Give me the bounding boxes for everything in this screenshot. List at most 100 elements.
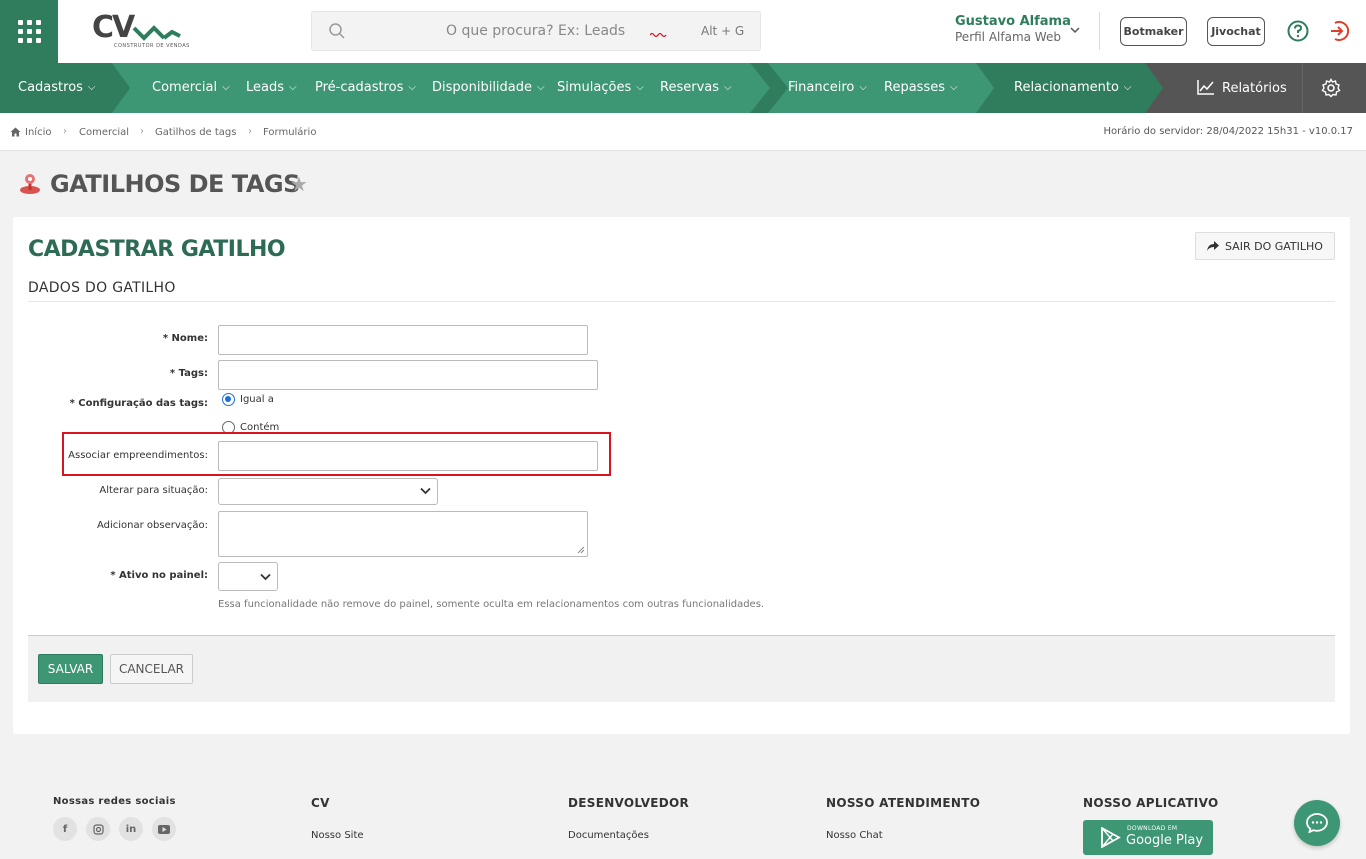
breadcrumb-inicio[interactable]: Início xyxy=(25,127,51,138)
resize-handle-icon[interactable] xyxy=(577,546,585,554)
chevron-down-icon: ⌵ xyxy=(408,82,416,93)
chat-icon xyxy=(1306,813,1328,833)
enterprises-label: Associar empreendimentos: xyxy=(68,450,208,461)
chevron-right-icon: › xyxy=(140,126,144,137)
top-bar: CV CONSTRUTOR DE VENDAS O que procura? E… xyxy=(0,0,1366,63)
change-status-label: Alterar para situação: xyxy=(99,485,208,496)
nav-relacionamento[interactable]: Relacionamento ⌵ xyxy=(1014,80,1132,95)
nav-reservas[interactable]: Reservas ⌵ xyxy=(660,80,732,95)
user-profile: Perfil Alfama Web xyxy=(955,30,1061,44)
nav-leads[interactable]: Leads ⌵ xyxy=(246,80,297,95)
divider xyxy=(1099,12,1100,50)
joystick-icon xyxy=(20,174,40,194)
nav-cadastros[interactable]: Cadastros ⌵ xyxy=(18,80,96,95)
footer-cv-title: CV xyxy=(311,796,330,810)
search-placeholder[interactable]: O que procura? Ex: Leads xyxy=(446,23,625,39)
footer-dev-title: DESENVOLVEDOR xyxy=(568,796,690,810)
name-label: * Nome: xyxy=(162,333,208,344)
radio-checked-icon[interactable] xyxy=(222,393,235,406)
nav-simulacoes[interactable]: Simulações ⌵ xyxy=(557,80,644,95)
change-status-select[interactable] xyxy=(218,478,438,505)
user-name: Gustavo Alfama xyxy=(955,14,1071,29)
breadcrumb: Início › Comercial › Gatilhos de tags › … xyxy=(0,113,1366,151)
footer-app-title: NOSSO APLICATIVO xyxy=(1083,796,1219,810)
section-title: DADOS DO GATILHO xyxy=(28,280,176,296)
cancel-button[interactable]: CANCELAR xyxy=(110,654,193,684)
chat-bubble-button[interactable] xyxy=(1294,800,1340,846)
spellcheck-squiggle-icon xyxy=(650,32,667,38)
observation-textarea[interactable] xyxy=(218,511,588,557)
active-select[interactable] xyxy=(218,562,278,591)
tags-config-label: * Configuração das tags: xyxy=(69,398,208,409)
observation-label: Adicionar observação: xyxy=(96,520,208,531)
form-actions: SALVAR CANCELAR xyxy=(28,635,1335,702)
footer-site-link[interactable]: Nosso Site xyxy=(311,830,364,841)
gear-icon[interactable] xyxy=(1321,78,1341,98)
divider xyxy=(1302,63,1303,113)
linkedin-icon[interactable]: in xyxy=(119,817,143,841)
tags-label: * Tags: xyxy=(169,368,208,379)
radio-equal[interactable]: Igual a xyxy=(222,393,274,406)
instagram-icon[interactable] xyxy=(86,817,110,841)
name-field[interactable] xyxy=(218,325,588,355)
nav-disponibilidade[interactable]: Disponibilidade ⌵ xyxy=(432,80,545,95)
share-arrow-icon xyxy=(1207,241,1219,251)
breadcrumb-comercial[interactable]: Comercial xyxy=(79,127,129,138)
help-icon[interactable] xyxy=(1287,20,1309,42)
main-nav: Cadastros ⌵ Comercial ⌵ Leads ⌵ Pré-cadastr… xyxy=(0,63,1366,113)
chevron-down-icon: ⌵ xyxy=(289,82,297,93)
server-time: Horário do servidor: 28/04/2022 15h31 - … xyxy=(1103,126,1353,137)
search-icon xyxy=(329,23,345,39)
save-button[interactable]: SALVAR xyxy=(38,654,103,684)
logout-icon[interactable] xyxy=(1328,20,1350,42)
chevron-right-icon: › xyxy=(63,126,67,137)
jivochat-button[interactable]: Jivochat xyxy=(1207,17,1265,46)
nav-financeiro[interactable]: Financeiro ⌵ xyxy=(788,80,867,95)
global-search[interactable]: O que procura? Ex: Leads Alt + G xyxy=(311,11,761,51)
chevron-down-icon: ⌵ xyxy=(87,82,96,93)
google-play-button[interactable]: DOWNLOAD EM Google Play xyxy=(1083,820,1213,855)
chevron-down-icon: ⌵ xyxy=(949,82,958,93)
breadcrumb-formulario: Formulário xyxy=(263,127,317,138)
chevron-right-icon: › xyxy=(248,126,252,137)
form-title: CADASTRAR GATILHO xyxy=(28,237,286,262)
footer-chat-link[interactable]: Nosso Chat xyxy=(826,830,883,841)
chart-line-icon xyxy=(1197,80,1214,95)
footer-docs-link[interactable]: Documentações xyxy=(568,830,649,841)
divider xyxy=(28,301,1335,302)
footer-social-title: Nossas redes sociais xyxy=(53,796,176,807)
apps-menu-button[interactable] xyxy=(0,0,58,63)
chevron-down-icon xyxy=(420,487,431,495)
youtube-icon[interactable] xyxy=(152,817,176,841)
user-menu[interactable]: Gustavo Alfama Perfil Alfama Web xyxy=(955,14,1071,44)
enterprises-field[interactable] xyxy=(218,441,598,471)
chevron-down-icon[interactable] xyxy=(1069,25,1081,35)
chevron-down-icon xyxy=(260,573,271,581)
nav-comercial[interactable]: Comercial ⌵ xyxy=(152,80,230,95)
exit-trigger-button[interactable]: SAIR DO GATILHO xyxy=(1195,232,1335,260)
chevron-down-icon: ⌵ xyxy=(1123,82,1132,93)
facebook-icon[interactable]: f xyxy=(53,817,77,841)
chevron-down-icon: ⌵ xyxy=(724,82,732,93)
nav-relatorios[interactable]: Relatórios xyxy=(1197,79,1287,96)
active-hint: Essa funcionalidade não remove do painel… xyxy=(218,599,765,610)
home-icon xyxy=(10,127,21,137)
page-title: GATILHOS DE TAGS xyxy=(50,170,300,198)
active-label: * Ativo no painel: xyxy=(110,570,208,581)
chevron-down-icon: ⌵ xyxy=(537,82,545,93)
breadcrumb-gatilhos[interactable]: Gatilhos de tags xyxy=(155,127,236,138)
botmaker-button[interactable]: Botmaker xyxy=(1120,17,1187,46)
chevron-down-icon: ⌵ xyxy=(222,82,230,93)
nav-repasses[interactable]: Repasses ⌵ xyxy=(884,80,958,95)
favorite-star-icon[interactable]: ★ xyxy=(290,172,308,196)
tags-field[interactable] xyxy=(218,360,598,390)
chevron-down-icon: ⌵ xyxy=(859,82,867,93)
form-card: CADASTRAR GATILHO SAIR DO GATILHO DADOS … xyxy=(13,217,1350,734)
logo[interactable]: CV CONSTRUTOR DE VENDAS xyxy=(92,10,192,52)
chevron-down-icon: ⌵ xyxy=(636,82,644,93)
grid-icon xyxy=(17,20,41,43)
logo-wave-icon xyxy=(132,25,181,41)
nav-pre-cadastros[interactable]: Pré-cadastros ⌵ xyxy=(315,80,416,95)
google-play-icon xyxy=(1101,827,1121,848)
search-shortcut: Alt + G xyxy=(701,24,745,38)
